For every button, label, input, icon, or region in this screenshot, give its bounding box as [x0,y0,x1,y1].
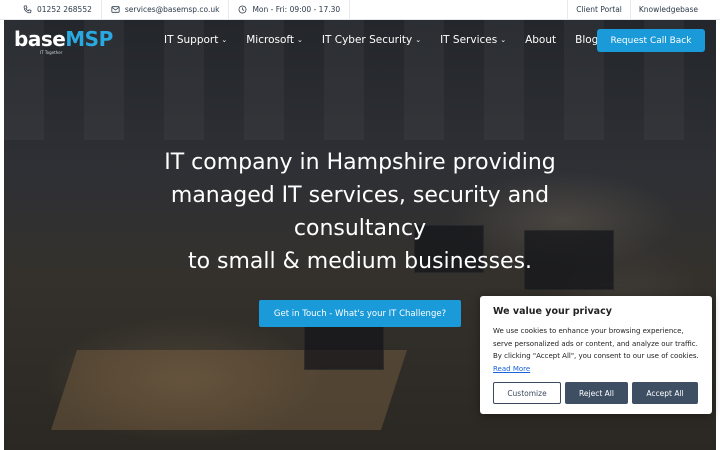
main-nav: IT Support ⌄ Microsoft ⌄ IT Cyber Securi… [164,34,617,46]
phone-link[interactable]: 01252 268552 [0,0,102,19]
logo-msp: MSP [65,27,113,51]
cookie-text: We use cookies to enhance your browsing … [493,325,699,375]
chevron-down-icon: ⌄ [415,36,422,44]
top-contact-bar: 01252 268552 services@basemsp.co.uk Mon … [0,0,720,20]
phone-number: 01252 268552 [37,5,92,14]
chevron-down-icon: ⌄ [221,36,228,44]
read-more-link[interactable]: Read More [493,365,530,373]
phone-icon [23,5,32,14]
chevron-down-icon: ⌄ [297,36,303,44]
chevron-down-icon: ⌄ [500,36,507,44]
clock-icon [239,5,247,14]
headline-line: to small & medium businesses. [187,249,533,274]
headline-line: managed IT services, security and [170,183,550,208]
knowledgebase-link[interactable]: Knowledgebase [629,0,720,19]
logo-base: base [14,27,66,51]
nav-it-support[interactable]: IT Support ⌄ [164,34,227,46]
logo-tagline: IT Together [40,50,63,55]
nav-about[interactable]: About [525,34,556,46]
nav-label: IT Services [440,34,498,46]
nav-it-cyber-security[interactable]: IT Cyber Security ⌄ [322,34,421,46]
nav-label: IT Support [164,34,219,46]
opening-hours: Mon - Fri: 09:00 - 17.30 [229,0,351,19]
cookie-title: We value your privacy [493,306,612,317]
cookie-buttons: Customize Reject All Accept All [493,382,698,404]
email-address: services@basemsp.co.uk [124,5,220,14]
request-call-back-button[interactable]: Request Call Back [597,29,705,52]
nav-label: IT Cyber Security [321,34,413,46]
nav-it-services[interactable]: IT Services ⌄ [440,34,506,46]
cookie-body: We use cookies to enhance your browsing … [493,327,699,360]
cookie-consent-banner: We value your privacy We use cookies to … [480,296,712,414]
hours-text: Mon - Fri: 09:00 - 17.30 [252,5,341,14]
envelope-icon [111,6,120,13]
headline-line: IT company in Hampshire providing [164,150,556,175]
get-in-touch-button[interactable]: Get in Touch - What's your IT Challenge? [259,300,461,327]
client-portal-link[interactable]: Client Portal [567,0,630,19]
customize-button[interactable]: Customize [493,382,561,404]
basemsp-logo[interactable]: baseMSP IT Together [14,28,113,56]
nav-blog[interactable]: Blog [575,34,598,46]
nav-microsoft[interactable]: Microsoft ⌄ [246,34,303,46]
reject-all-button[interactable]: Reject All [565,382,628,404]
accept-all-button[interactable]: Accept All [632,382,698,404]
hero-headline: IT company in Hampshire providing manage… [110,146,610,278]
site-header: baseMSP IT Together IT Support ⌄ Microso… [4,20,716,62]
nav-label: Microsoft [246,34,295,46]
hero-background-monitor [304,320,384,370]
headline-line: consultancy [293,216,427,241]
email-link[interactable]: services@basemsp.co.uk [102,0,230,19]
